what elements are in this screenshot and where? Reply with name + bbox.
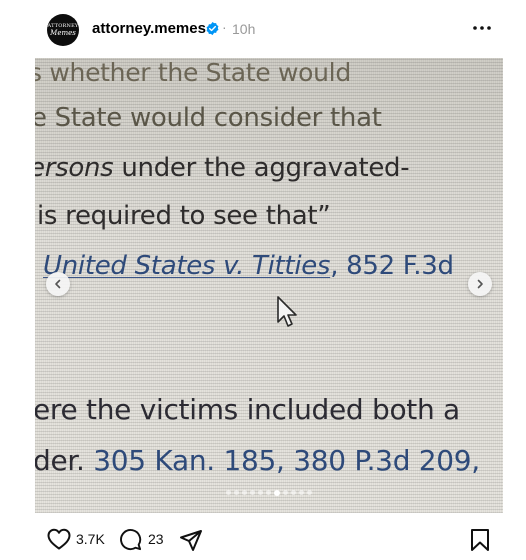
photo-text-line-5: United States v. Titties, 852 F.3d [43,251,454,281]
comment-icon[interactable] [119,528,142,551]
photo-text-line-3a: ersons [35,153,114,183]
carousel-dot [291,490,296,495]
carousel-next-button[interactable] [468,272,492,296]
carousel-dot [242,490,247,495]
carousel-dot [283,490,288,495]
cursor-icon [277,296,297,327]
case-citation: United States v. Titties [43,251,331,281]
carousel-dot [299,490,304,495]
post-header: ATTORNEY Memes attorney.memes · 10h [0,0,526,58]
carousel-dot [234,490,239,495]
citation-reporter: , 852 F.3d [330,251,454,281]
carousel-dot [258,490,263,495]
bookmark-icon[interactable] [470,528,490,552]
share-icon[interactable] [179,528,203,552]
carousel-dot [266,490,271,495]
photo-text-line-3: ersons under the aggravated- [35,153,410,183]
action-bar: 3.7K 23 [0,520,526,560]
carousel-dot [250,490,255,495]
photo-text-line-4: is required to see that” [37,201,331,231]
carousel-dot [274,489,280,496]
username[interactable]: attorney.memes [92,20,206,37]
chevron-left-icon [55,279,61,289]
carousel-prev-button[interactable] [46,272,70,296]
photo-text-line-1: s whether the State would [35,58,351,87]
comment-count: 23 [148,531,164,547]
avatar[interactable]: ATTORNEY Memes [47,14,79,46]
photo-text-line-7: der. 305 Kan. 185, 380 P.3d 209, [35,444,480,477]
heart-icon[interactable] [47,528,71,550]
post-media[interactable]: s whether the State would e State would … [35,58,503,513]
photo-text-line-2: e State would consider that [35,103,382,133]
like-count: 3.7K [76,531,105,547]
carousel-dot [307,490,312,495]
photo-text-line-7a: der. [35,444,94,477]
carousel-indicator [35,489,503,496]
avatar-text-bottom: Memes [50,28,76,37]
photo-text-line-6: ere the victims included both a [35,393,460,426]
citation-kansas: 305 Kan. 185, 380 P.3d 209, [93,444,480,477]
meta-separator: · [222,19,227,35]
verified-badge-icon [206,21,219,36]
photo-text-line-3b: under the aggravated- [113,153,410,183]
avatar-text-top: ATTORNEY [47,22,79,29]
more-icon[interactable] [472,21,492,35]
post-time[interactable]: 10h [232,21,255,37]
carousel-dot [226,490,231,495]
chevron-right-icon [477,279,483,289]
